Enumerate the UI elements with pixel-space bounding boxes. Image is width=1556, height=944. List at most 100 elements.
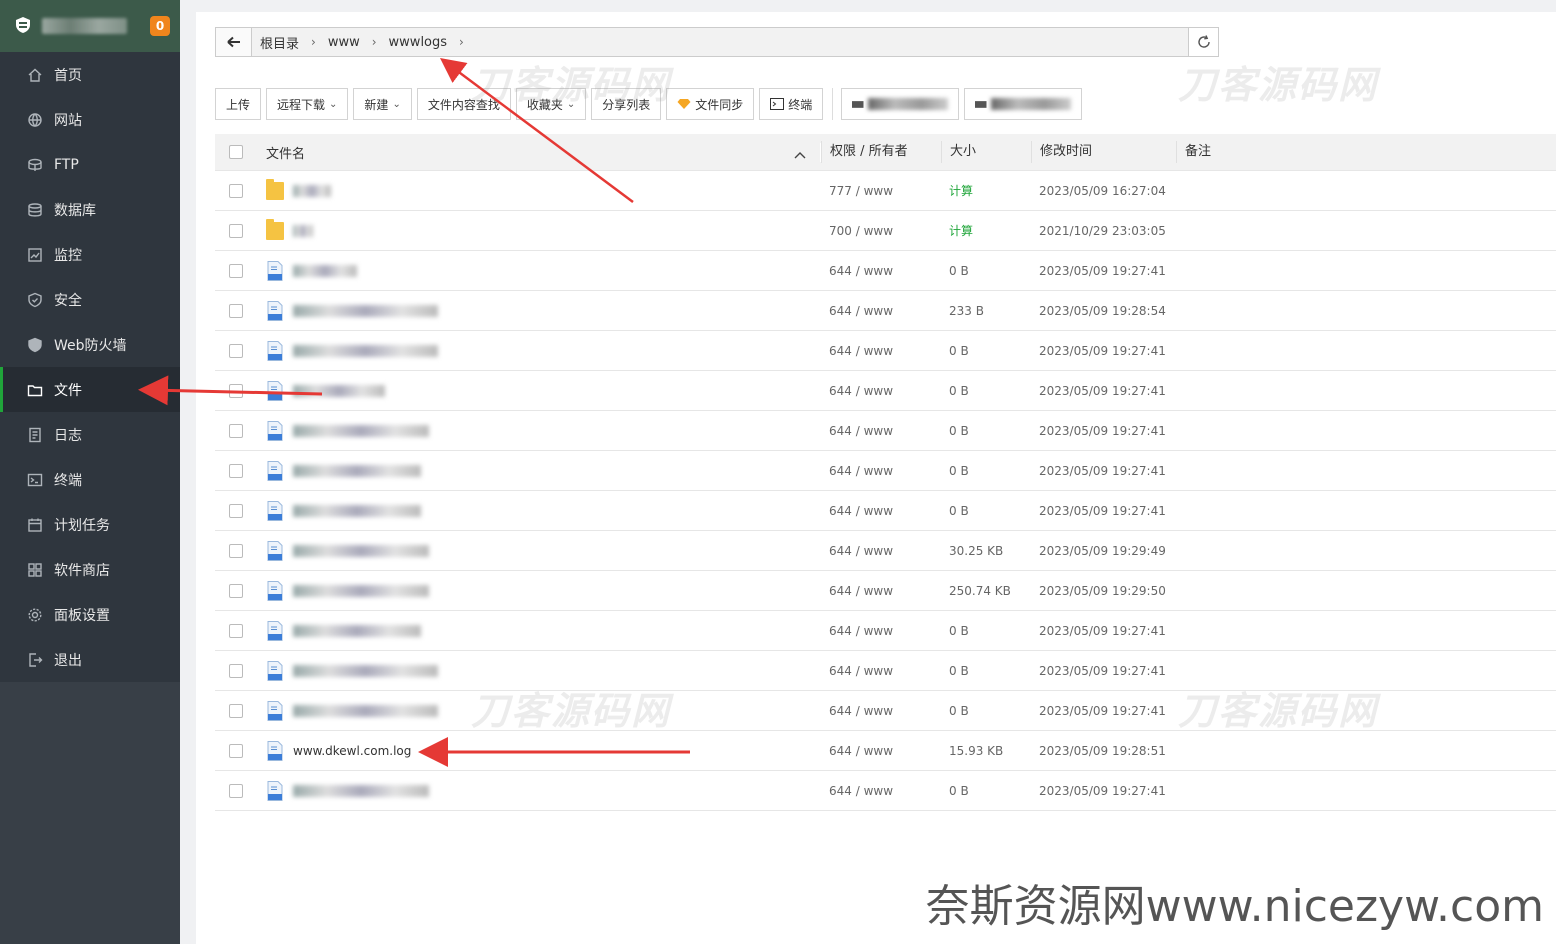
row-checkbox[interactable]: [228, 743, 243, 758]
calculate-size-link[interactable]: 计算: [941, 182, 1031, 199]
sidebar-item[interactable]: 数据库: [0, 187, 180, 232]
row-checkbox[interactable]: [228, 223, 243, 238]
file-name-blurred[interactable]: [293, 504, 421, 517]
row-checkbox[interactable]: [228, 343, 243, 358]
file-name-blurred[interactable]: [293, 224, 313, 237]
sidebar-item[interactable]: 退出: [0, 637, 180, 682]
table-row[interactable]: 644 / www 233 B 2023/05/09 19:28:54: [215, 291, 1556, 331]
file-name-blurred[interactable]: [293, 384, 385, 397]
file-name-blurred[interactable]: [293, 184, 331, 197]
sidebar-item[interactable]: 计划任务: [0, 502, 180, 547]
permission-cell[interactable]: 644 / www: [821, 624, 941, 638]
breadcrumb-item[interactable]: 根目录: [260, 33, 299, 52]
table-row[interactable]: 644 / www 30.25 KB 2023/05/09 19:29:49: [215, 531, 1556, 571]
row-checkbox[interactable]: [228, 703, 243, 718]
file-name-cell[interactable]: [256, 300, 821, 321]
sidebar-item[interactable]: 面板设置: [0, 592, 180, 637]
row-checkbox[interactable]: [228, 303, 243, 318]
sidebar-item[interactable]: Web防火墙: [0, 322, 180, 367]
row-checkbox[interactable]: [228, 663, 243, 678]
file-name-blurred[interactable]: [293, 544, 429, 557]
sidebar-item[interactable]: 日志: [0, 412, 180, 457]
permission-cell[interactable]: 644 / www: [821, 264, 941, 278]
file-name-blurred[interactable]: [293, 304, 438, 317]
file-name-blurred[interactable]: [293, 784, 429, 797]
table-row[interactable]: 644 / www 0 B 2023/05/09 19:27:41: [215, 611, 1556, 651]
row-checkbox[interactable]: [228, 583, 243, 598]
file-name-cell[interactable]: [256, 620, 821, 641]
file-name-cell[interactable]: [256, 380, 821, 401]
file-name-blurred[interactable]: [293, 664, 438, 677]
sidebar-item[interactable]: 安全: [0, 277, 180, 322]
disk-button-1[interactable]: [841, 88, 960, 120]
permission-cell[interactable]: 644 / www: [821, 424, 941, 438]
table-row[interactable]: 644 / www 0 B 2023/05/09 19:27:41: [215, 771, 1556, 811]
permission-cell[interactable]: 644 / www: [821, 544, 941, 558]
remote-download-button[interactable]: 远程下载 ⌄: [266, 88, 349, 120]
table-row[interactable]: 644 / www 0 B 2023/05/09 19:27:41: [215, 411, 1556, 451]
sidebar-item[interactable]: 软件商店: [0, 547, 180, 592]
column-size[interactable]: 大小: [941, 141, 1031, 163]
permission-cell[interactable]: 644 / www: [821, 344, 941, 358]
row-checkbox[interactable]: [228, 183, 243, 198]
column-perm[interactable]: 权限 / 所有者: [821, 141, 941, 163]
table-row[interactable]: 700 / www 计算 2021/10/29 23:03:05: [215, 211, 1556, 251]
calculate-size-link[interactable]: 计算: [941, 222, 1031, 239]
breadcrumb-item[interactable]: www: [328, 35, 360, 50]
row-checkbox[interactable]: [228, 423, 243, 438]
permission-cell[interactable]: 644 / www: [821, 304, 941, 318]
table-row[interactable]: 644 / www 0 B 2023/05/09 19:27:41: [215, 491, 1556, 531]
sidebar-item[interactable]: 网站: [0, 97, 180, 142]
permission-cell[interactable]: 644 / www: [821, 384, 941, 398]
notification-badge[interactable]: 0: [150, 16, 170, 36]
sidebar-item[interactable]: FTP: [0, 142, 180, 187]
permission-cell[interactable]: 644 / www: [821, 784, 941, 798]
row-checkbox[interactable]: [228, 623, 243, 638]
row-checkbox[interactable]: [228, 383, 243, 398]
table-row[interactable]: 644 / www 0 B 2023/05/09 19:27:41: [215, 451, 1556, 491]
row-checkbox[interactable]: [228, 543, 243, 558]
file-name-cell[interactable]: [256, 218, 821, 240]
file-name[interactable]: www.dkewl.com.log: [293, 744, 411, 758]
sidebar-item[interactable]: 终端: [0, 457, 180, 502]
file-sync-button[interactable]: 文件同步: [666, 88, 755, 120]
refresh-button[interactable]: [1188, 28, 1218, 56]
table-row[interactable]: 777 / www 计算 2023/05/09 16:27:04: [215, 171, 1556, 211]
table-row[interactable]: 644 / www 0 B 2023/05/09 19:27:41: [215, 251, 1556, 291]
file-name-blurred[interactable]: [293, 464, 421, 477]
file-name-blurred[interactable]: [293, 264, 357, 277]
permission-cell[interactable]: 644 / www: [821, 584, 941, 598]
file-name-cell[interactable]: [256, 500, 821, 521]
sidebar-item[interactable]: 监控: [0, 232, 180, 277]
table-row[interactable]: 644 / www 250.74 KB 2023/05/09 19:29:50: [215, 571, 1556, 611]
file-name-blurred[interactable]: [293, 584, 429, 597]
column-name[interactable]: 文件名: [256, 142, 821, 163]
permission-cell[interactable]: 644 / www: [821, 704, 941, 718]
back-button[interactable]: [216, 28, 252, 56]
upload-button[interactable]: 上传: [215, 88, 262, 120]
file-name-cell[interactable]: [256, 340, 821, 361]
table-row[interactable]: 644 / www 0 B 2023/05/09 19:27:41: [215, 331, 1556, 371]
file-name-cell[interactable]: [256, 178, 821, 200]
file-name-cell[interactable]: [256, 420, 821, 441]
file-name-cell[interactable]: [256, 540, 821, 561]
row-checkbox[interactable]: [228, 503, 243, 518]
breadcrumb-item[interactable]: wwwlogs: [389, 35, 448, 50]
permission-cell[interactable]: 644 / www: [821, 464, 941, 478]
new-button[interactable]: 新建 ⌄: [353, 88, 412, 120]
file-name-blurred[interactable]: [293, 704, 438, 717]
file-name-cell[interactable]: www.dkewl.com.log: [256, 740, 821, 761]
sort-up-icon[interactable]: [794, 143, 806, 163]
row-checkbox[interactable]: [228, 263, 243, 278]
terminal-button[interactable]: 终端: [759, 88, 824, 120]
row-checkbox[interactable]: [228, 783, 243, 798]
sidebar-item[interactable]: 首页: [0, 52, 180, 97]
permission-cell[interactable]: 644 / www: [821, 664, 941, 678]
file-name-blurred[interactable]: [293, 344, 438, 357]
permission-cell[interactable]: 644 / www: [821, 744, 941, 758]
file-name-cell[interactable]: [256, 260, 821, 281]
file-name-blurred[interactable]: [293, 624, 421, 637]
table-row[interactable]: 644 / www 0 B 2023/05/09 19:27:41: [215, 371, 1556, 411]
column-time[interactable]: 修改时间: [1031, 141, 1176, 163]
file-name-cell[interactable]: [256, 580, 821, 601]
